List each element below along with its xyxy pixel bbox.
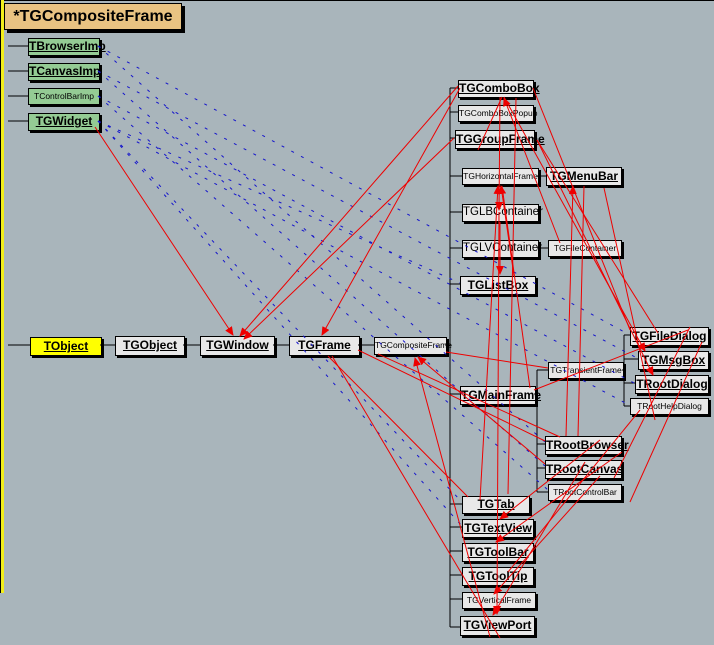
node-TGCompositeFrame[interactable]: TGCompositeFrame: [374, 337, 447, 355]
node-TGHorizontalFrame[interactable]: TGHorizontalFrame: [462, 168, 539, 185]
edge: [501, 186, 514, 276]
node-TGObject[interactable]: TGObject: [115, 336, 185, 356]
tree-root-line-yellow: [1, 0, 4, 593]
node-TGFileContainer[interactable]: TGFileContainer: [548, 240, 622, 257]
edge: [328, 356, 468, 497]
edge: [533, 88, 630, 330]
node-TGToolTip[interactable]: TGToolTip: [462, 567, 534, 586]
node-TControlBarImp[interactable]: TControlBarImp: [28, 88, 100, 105]
class-hierarchy-canvas: TBrowserImp TCanvasImp TControlBarImp TGWid…: [0, 0, 714, 645]
node-TRootCanvas[interactable]: TRootCanvas: [545, 460, 622, 479]
node-TGViewPort[interactable]: TGViewPort: [460, 616, 535, 636]
edge: [95, 127, 233, 335]
edge: [566, 186, 573, 436]
node-TGFileDialog[interactable]: TGFileDialog: [630, 327, 709, 346]
relationship-edges: [0, 0, 714, 645]
edge: [98, 121, 462, 502]
node-TGLBContainer[interactable]: TGLBContainer: [462, 204, 539, 222]
node-TGTransientFrame[interactable]: TGTransientFrame: [548, 362, 624, 379]
edge: [244, 138, 454, 339]
edge: [98, 121, 462, 526]
edge: [446, 352, 548, 368]
edge: [480, 186, 498, 500]
node-TGComboBox[interactable]: TGComboBox: [458, 80, 534, 98]
node-TRootBrowser[interactable]: TRootBrowser: [545, 436, 622, 455]
edge: [98, 71, 637, 358]
node-TGGroupFrame[interactable]: TGGroupFrame: [455, 130, 535, 149]
edge: [98, 121, 460, 283]
node-TGLVContainer[interactable]: TGLVContainer: [462, 240, 539, 258]
edge: [418, 357, 545, 464]
node-TRootHelpDialog[interactable]: TRootHelpDialog: [630, 398, 709, 415]
edge: [98, 46, 628, 334]
edge: [240, 86, 458, 336]
node-TGFrame[interactable]: TGFrame: [289, 336, 360, 356]
node-TBrowserImp[interactable]: TBrowserImp: [28, 38, 100, 56]
edge: [578, 186, 584, 436]
node-TGWidget[interactable]: TGWidget: [28, 113, 100, 131]
node-TRootControlBar[interactable]: TRootControlBar: [548, 484, 622, 501]
node-TCanvasImp[interactable]: TCanvasImp: [28, 63, 100, 81]
node-TObject[interactable]: TObject: [30, 337, 102, 356]
node-TGTextView[interactable]: TGTextView: [462, 519, 534, 538]
node-TGWindow[interactable]: TGWindow: [200, 336, 275, 356]
node-TGListBox[interactable]: TGListBox: [460, 276, 536, 295]
node-TGVerticalFrame[interactable]: TGVerticalFrame: [462, 592, 536, 609]
node-TGMenuBar[interactable]: TGMenuBar: [546, 167, 622, 186]
diagram-title: *TGCompositeFrame: [4, 3, 182, 30]
node-TGMainFrame[interactable]: TGMainFrame: [460, 386, 536, 405]
node-TGToolBar[interactable]: TGToolBar: [462, 543, 534, 562]
top-border-line: [0, 0, 714, 1]
edge: [508, 98, 516, 494]
node-TGMsgBox[interactable]: TGMsgBox: [638, 351, 709, 370]
node-TGComboBoxPopup[interactable]: TGComboBoxPopup: [458, 105, 534, 122]
node-TRootDialog[interactable]: TRootDialog: [635, 375, 709, 394]
edge: [322, 88, 460, 335]
node-TGTab[interactable]: TGTab: [462, 496, 530, 514]
